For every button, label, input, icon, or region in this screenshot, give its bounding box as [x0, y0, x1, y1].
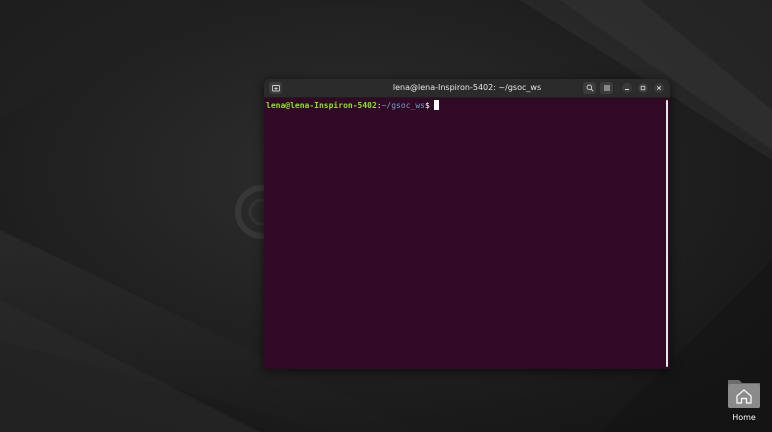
- new-tab-button[interactable]: [269, 82, 282, 94]
- home-folder[interactable]: Home: [720, 374, 768, 426]
- home-folder-label: Home: [732, 413, 756, 422]
- maximize-button[interactable]: [638, 83, 648, 93]
- home-folder-icon: [728, 380, 760, 408]
- prompt-user-host: lena@lena-Inspiron-5402: [266, 101, 377, 110]
- prompt-symbol: $: [424, 101, 430, 110]
- hamburger-menu-icon: [603, 85, 610, 91]
- text-cursor: [433, 100, 439, 110]
- terminal-window[interactable]: lena@lena-Inspiron-5402: ~/gsoc_ws lena@…: [264, 79, 670, 369]
- terminal-output-area[interactable]: lena@lena-Inspiron-5402:~/gsoc_ws$: [264, 98, 670, 369]
- terminal-scrollbar[interactable]: [666, 100, 668, 367]
- new-tab-icon: [271, 85, 280, 92]
- terminal-titlebar[interactable]: lena@lena-Inspiron-5402: ~/gsoc_ws: [264, 79, 670, 98]
- prompt-line: lena@lena-Inspiron-5402:~/gsoc_ws$: [266, 100, 439, 111]
- close-icon: [656, 85, 662, 91]
- prompt-path: ~/gsoc_ws: [381, 101, 425, 110]
- close-button[interactable]: [654, 83, 664, 93]
- search-button[interactable]: [583, 82, 596, 94]
- desktop: lena@lena-Inspiron-5402: ~/gsoc_ws lena@…: [0, 0, 772, 432]
- minimize-button[interactable]: [622, 83, 632, 93]
- search-icon: [586, 84, 594, 92]
- minimize-icon: [625, 89, 629, 90]
- maximize-icon: [640, 85, 646, 91]
- menu-button[interactable]: [600, 82, 613, 94]
